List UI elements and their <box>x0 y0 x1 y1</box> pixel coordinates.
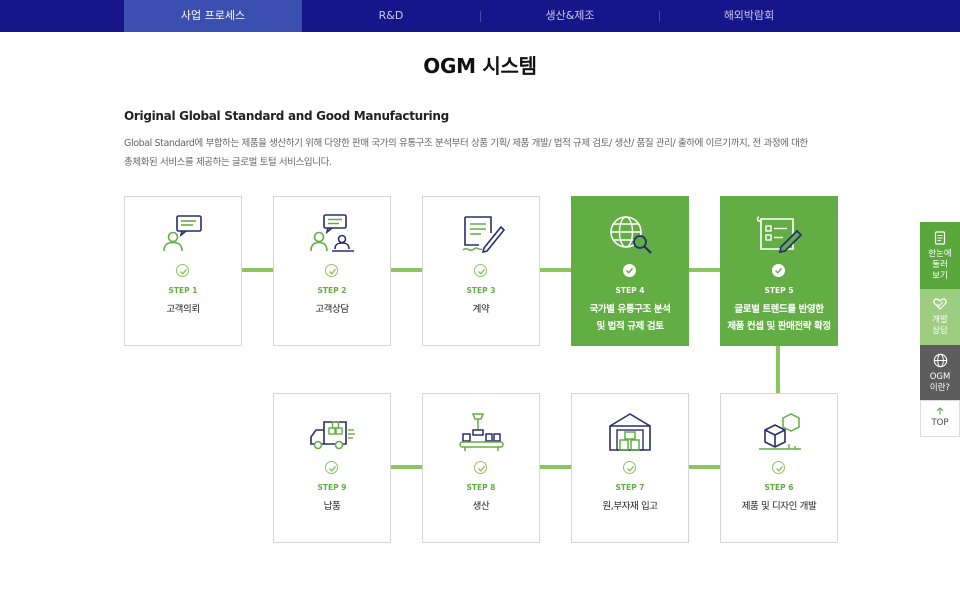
step-title: 생산 <box>472 501 490 512</box>
consult-button[interactable]: 개발 상담 <box>920 289 960 345</box>
about-ogm-label: OGM <box>929 372 951 382</box>
step-title: 고객상담 <box>315 304 349 315</box>
step-number: STEP 3 <box>466 286 496 295</box>
check-icon <box>623 264 636 277</box>
step-number: STEP 5 <box>764 286 794 295</box>
top-nav: 사업 프로세스 R&D 생산&제조 해외박람회 <box>0 0 960 32</box>
step-title-line: 제품 컨셉 및 판매전략 확정 <box>727 321 831 332</box>
tab-business-process[interactable]: 사업 프로세스 <box>124 0 302 32</box>
step-title: 원,부자재 입고 <box>602 501 658 512</box>
description-line: 총체화된 서비스를 제공하는 글로벌 토털 서비스입니다. <box>124 157 332 168</box>
scroll-top-label: TOP <box>931 418 949 428</box>
step-title: 납품 <box>323 501 341 512</box>
check-icon <box>474 461 487 474</box>
document-icon <box>934 231 946 245</box>
description-line: Global Standard에 부합하는 제품을 생산하기 위해 다양한 판매… <box>124 138 808 149</box>
step-title: 국가별 유통구조 분석 및 법적 규제 검토 <box>576 301 684 335</box>
quick-menu: 한눈에 둘러 보기 개발 상담 OGM 이란? TOP <box>920 222 960 437</box>
warehouse-icon <box>609 413 651 451</box>
overview-label: 둘러 <box>932 260 948 270</box>
tab-production[interactable]: 생산&제조 <box>481 0 659 32</box>
section-subtitle: Original Global Standard and Good Manufa… <box>124 109 449 123</box>
step-number: STEP 2 <box>317 286 347 295</box>
check-icon <box>772 461 785 474</box>
step-title: 계약 <box>472 304 490 315</box>
consult-label: 개발 <box>932 315 948 325</box>
step-number: STEP 4 <box>615 286 645 295</box>
contract-sign-icon <box>462 216 505 254</box>
step-number: STEP 9 <box>317 483 347 492</box>
step-title: 고객의뢰 <box>166 304 200 315</box>
section-description: Global Standard에 부합하는 제품을 생산하기 위해 다양한 판매… <box>124 134 824 172</box>
overview-button[interactable]: 한눈에 둘러 보기 <box>920 222 960 289</box>
process-line-bottom <box>331 465 780 469</box>
delivery-truck-icon <box>310 421 355 450</box>
chat-person-icon <box>163 215 202 252</box>
check-icon <box>325 264 338 277</box>
page-title: OGM 시스템 <box>423 54 537 78</box>
check-icon <box>623 461 636 474</box>
blueprint-icon <box>756 216 803 254</box>
step-title: 제품 및 디자인 개발 <box>741 501 817 512</box>
arrow-up-icon <box>936 407 944 415</box>
check-icon <box>176 264 189 277</box>
globe-search-icon <box>610 216 652 254</box>
consult-icon <box>310 214 354 252</box>
overview-label: 보기 <box>932 271 948 281</box>
step-title: 글로벌 트렌드를 반영한 제품 컨셉 및 판매전략 확정 <box>725 301 833 335</box>
about-ogm-label: 이란? <box>929 383 951 393</box>
tab-rnd[interactable]: R&D <box>302 0 480 32</box>
scroll-top-button[interactable]: TOP <box>920 400 960 437</box>
about-ogm-button[interactable]: OGM 이란? <box>920 345 960 400</box>
check-icon <box>474 264 487 277</box>
check-icon <box>325 461 338 474</box>
step-number: STEP 1 <box>168 286 198 295</box>
step-title-line: 및 법적 규제 검토 <box>596 321 664 332</box>
production-line-icon <box>459 413 504 451</box>
box-design-icon <box>759 413 801 450</box>
heart-hand-icon <box>933 298 947 310</box>
overview-label: 한눈에 <box>928 249 952 259</box>
step-title-line: 글로벌 트렌드를 반영한 <box>734 304 824 315</box>
process-line-vertical <box>776 344 780 394</box>
step-number: STEP 6 <box>764 483 794 492</box>
step-number: STEP 8 <box>466 483 496 492</box>
step-number: STEP 7 <box>615 483 645 492</box>
globe-icon <box>933 353 947 368</box>
consult-label: 상담 <box>932 326 948 336</box>
step-title-line: 국가별 유통구조 분석 <box>589 304 671 315</box>
tab-exhibition[interactable]: 해외박람회 <box>660 0 838 32</box>
check-icon <box>772 264 785 277</box>
